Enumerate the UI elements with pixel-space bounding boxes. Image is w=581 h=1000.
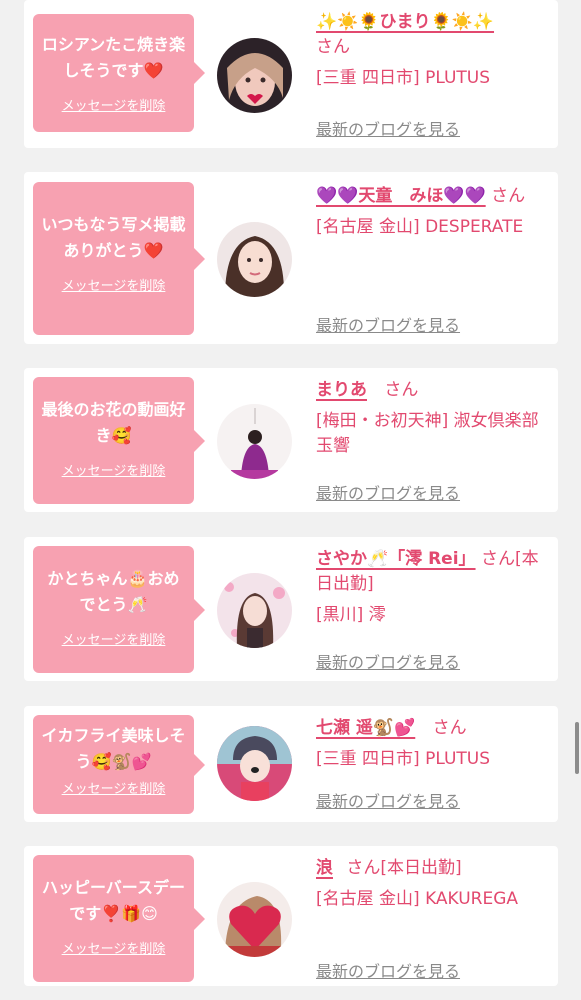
message-card: いつもなう写メ掲載ありがとう❤️ メッセージを削除 💜💜天童 みほ💜💜 さん [… [24, 172, 558, 344]
shop-name: [名古屋 金山] DESPERATE [316, 217, 524, 237]
message-text: いつもなう写メ掲載ありがとう❤️ [41, 215, 186, 260]
avatar[interactable] [217, 573, 292, 648]
sender-name-link[interactable]: まりあ [316, 380, 367, 400]
delete-message-link[interactable]: メッセージを削除 [33, 98, 194, 116]
sender-name-link[interactable]: 浪 [316, 858, 333, 878]
sender-info: 浪 さん[本日出勤] [名古屋 金山] KAKUREGA [316, 856, 546, 912]
latest-blog-link[interactable]: 最新のブログを見る [316, 649, 460, 673]
avatar[interactable] [217, 222, 292, 297]
avatar[interactable] [217, 38, 292, 113]
message-bubble: いつもなう写メ掲載ありがとう❤️ メッセージを削除 [33, 182, 205, 335]
honorific: さん [384, 380, 419, 400]
latest-blog-link[interactable]: 最新のブログを見る [316, 958, 460, 982]
shop-name: [三重 四日市] PLUTUS [316, 68, 491, 88]
honorific: さん [316, 37, 350, 57]
sender-info: 七瀬 遥🐒💕 さん [三重 四日市] PLUTUS [316, 716, 546, 772]
message-text: ハッピーバースデーです❣️🎁😊 [41, 878, 186, 923]
avatar[interactable] [217, 726, 292, 801]
latest-blog-link[interactable]: 最新のブログを見る [316, 788, 460, 812]
sender-info: ✨☀️🌻ひまり🌻☀️✨ さん [三重 四日市] PLUTUS [316, 10, 546, 91]
honorific: さん [432, 718, 467, 738]
message-card: イカフライ美味しそう🥰🐒💕 メッセージを削除 七瀬 遥🐒💕 さん [三重 四日市… [24, 706, 558, 822]
message-bubble: 最後のお花の動画好き🥰 メッセージを削除 [33, 377, 205, 504]
sender-info: さやか🥂「澪 Rei」 さん[本日出勤] [黒川] 澪 [316, 547, 546, 628]
message-bubble: かとちゃん🎂おめでとう🥂 メッセージを削除 [33, 546, 205, 673]
sender-name-link[interactable]: 七瀬 遥🐒💕 [316, 718, 415, 738]
honorific: さん[本日出勤] [346, 858, 462, 878]
latest-blog-link[interactable]: 最新のブログを見る [316, 312, 460, 336]
delete-message-link[interactable]: メッセージを削除 [33, 781, 194, 799]
shop-name: [黒川] 澪 [316, 605, 386, 625]
delete-message-link[interactable]: メッセージを削除 [33, 941, 194, 959]
message-text: 最後のお花の動画好き🥰 [41, 400, 186, 445]
delete-message-link[interactable]: メッセージを削除 [33, 632, 194, 650]
avatar[interactable] [217, 882, 292, 957]
shop-name: [名古屋 金山] KAKUREGA [316, 889, 519, 909]
shop-name: [梅田・お初天神] 淑女倶楽部 玉響 [316, 411, 539, 456]
sender-name-link[interactable]: 💜💜天童 みほ💜💜 [316, 186, 486, 206]
message-text: かとちゃん🎂おめでとう🥂 [47, 569, 180, 614]
sender-name-link[interactable]: ✨☀️🌻ひまり🌻☀️✨ [316, 12, 494, 32]
message-bubble: イカフライ美味しそう🥰🐒💕 メッセージを削除 [33, 715, 205, 814]
shop-name: [三重 四日市] PLUTUS [316, 749, 491, 769]
message-card: ロシアンたこ焼き楽しそうです❤️ メッセージを削除 ✨☀️🌻ひまり🌻☀️✨ さん… [24, 0, 558, 148]
message-text: ロシアンたこ焼き楽しそうです❤️ [41, 35, 186, 80]
scrollbar[interactable] [575, 722, 579, 774]
message-bubble: ハッピーバースデーです❣️🎁😊 メッセージを削除 [33, 855, 205, 982]
sender-name-link[interactable]: さやか🥂「澪 Rei」 [316, 549, 476, 569]
message-card: 最後のお花の動画好き🥰 メッセージを削除 まりあ さん [梅田・お初天神] 淑女… [24, 368, 558, 512]
message-card: ハッピーバースデーです❣️🎁😊 メッセージを削除 浪 さん[本日出勤] [名古屋… [24, 846, 558, 986]
honorific: さん [491, 186, 526, 206]
latest-blog-link[interactable]: 最新のブログを見る [316, 116, 460, 140]
delete-message-link[interactable]: メッセージを削除 [33, 463, 194, 481]
sender-info: 💜💜天童 みほ💜💜 さん [名古屋 金山] DESPERATE [316, 184, 546, 240]
avatar[interactable] [217, 404, 292, 479]
message-text: イカフライ美味しそう🥰🐒💕 [41, 726, 186, 771]
sender-info: まりあ さん [梅田・お初天神] 淑女倶楽部 玉響 [316, 378, 546, 459]
latest-blog-link[interactable]: 最新のブログを見る [316, 480, 460, 504]
delete-message-link[interactable]: メッセージを削除 [33, 278, 194, 296]
message-bubble: ロシアンたこ焼き楽しそうです❤️ メッセージを削除 [33, 14, 205, 132]
message-card: かとちゃん🎂おめでとう🥂 メッセージを削除 さやか🥂「澪 Rei」 さん[本日出… [24, 537, 558, 681]
